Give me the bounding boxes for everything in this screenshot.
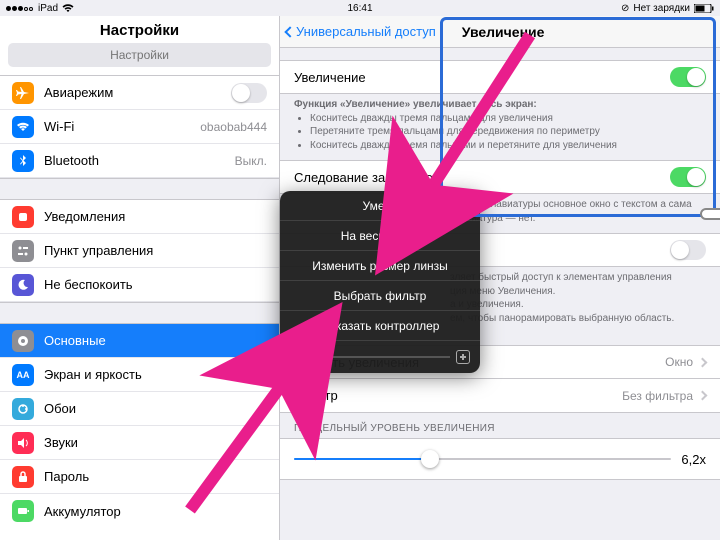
status-bar: iPad 16:41 ⊘ Нет зарядки	[0, 0, 720, 16]
filter-row[interactable]: Фильтр Без фильтра	[280, 379, 720, 413]
moon-icon	[12, 274, 34, 296]
max-zoom-slider[interactable]	[294, 458, 671, 460]
sidebar-item-label: Не беспокоить	[44, 277, 267, 292]
svg-text:AA: AA	[17, 370, 30, 380]
sidebar-item-bluetooth[interactable]: BluetoothВыкл.	[0, 144, 279, 178]
charge-label: Нет зарядки	[633, 3, 690, 14]
popup-item[interactable]: Выбрать фильтр	[280, 281, 480, 311]
page-title: Увеличение	[462, 24, 545, 40]
back-button[interactable]: Универсальный доступ	[280, 24, 442, 39]
sidebar-item-label: Уведомления	[44, 209, 267, 224]
sidebar-item-звуки[interactable]: Звуки	[0, 426, 279, 460]
nav-bar: Универсальный доступ Увеличение	[280, 16, 720, 48]
bell-icon	[12, 206, 34, 228]
not-charging-icon: ⊘	[621, 3, 629, 14]
sidebar-item-label: Bluetooth	[44, 153, 235, 168]
popup-item[interactable]: Умень	[280, 191, 480, 221]
settings-sidebar: Настройки АвиарежимWi-Fiobaobab444Blueto…	[0, 16, 280, 540]
sidebar-item-label: Экран и яркость	[44, 367, 267, 382]
sidebar-item-label: Пароль	[44, 469, 267, 484]
chevron-right-icon	[698, 391, 708, 401]
sidebar-item-label: Обои	[44, 401, 267, 416]
zoom-switch[interactable]	[670, 67, 706, 87]
popup-item[interactable]: На весь экран	[280, 221, 480, 251]
sidebar-item-label: Звуки	[44, 435, 267, 450]
battery-status-icon	[694, 4, 714, 13]
sidebar-item-уведомления[interactable]: Уведомления	[0, 200, 279, 234]
keyboard-switch[interactable]	[670, 240, 706, 260]
zoom-out-icon[interactable]	[290, 350, 304, 364]
battery-icon	[12, 500, 34, 522]
toggle-switch[interactable]	[231, 83, 267, 103]
bluetooth-icon	[12, 150, 34, 172]
follow-switch[interactable]	[670, 167, 706, 187]
popup-item[interactable]: Изменить размер линзы	[280, 251, 480, 281]
signal-dots-icon	[6, 3, 34, 14]
zoom-description: Функция «Увеличение» увеличивает весь эк…	[280, 94, 720, 160]
clock: 16:41	[347, 3, 372, 14]
zoom-popup-menu: УменьНа весь экранИзменить размер линзыВ…	[280, 191, 480, 373]
lock-icon	[12, 466, 34, 488]
wifi-status-icon	[62, 4, 74, 13]
detail-pane: Универсальный доступ Увеличение Увеличен…	[280, 16, 720, 540]
zoom-toggle-row[interactable]: Увеличение	[280, 60, 720, 94]
max-zoom-slider-row[interactable]: 6,2x	[280, 438, 720, 480]
follow-focus-row[interactable]: Следование за фокусом	[280, 160, 720, 194]
chevron-right-icon	[698, 357, 708, 367]
wallpaper-icon	[12, 398, 34, 420]
zoom-handle-icon[interactable]	[700, 208, 720, 220]
sidebar-item-wi-fi[interactable]: Wi-Fiobaobab444	[0, 110, 279, 144]
sidebar-item-не-беспокоить[interactable]: Не беспокоить	[0, 268, 279, 302]
popup-zoom-slider[interactable]	[280, 341, 480, 373]
max-zoom-header: ПРЕДЕЛЬНЫЙ УРОВЕНЬ УВЕЛИЧЕНИЯ	[280, 413, 720, 438]
sidebar-item-обои[interactable]: Обои	[0, 392, 279, 426]
brightness-icon: AA	[12, 364, 34, 386]
sidebar-item-label: Основные	[44, 333, 267, 348]
search-input[interactable]	[8, 43, 271, 67]
sidebar-item-label: Аккумулятор	[44, 504, 267, 519]
gear-icon	[12, 330, 34, 352]
device-label: iPad	[38, 3, 58, 14]
sidebar-item-аккумулятор[interactable]: Аккумулятор	[0, 494, 279, 528]
chevron-left-icon	[284, 26, 295, 37]
sidebar-item-основные[interactable]: Основные	[0, 324, 279, 358]
airplane-icon	[12, 82, 34, 104]
control-icon	[12, 240, 34, 262]
popup-item[interactable]: Показать контроллер	[280, 311, 480, 341]
sidebar-item-label: Авиарежим	[44, 85, 231, 100]
sidebar-item-label: Wi-Fi	[44, 119, 200, 134]
zoom-in-icon[interactable]	[456, 350, 470, 364]
sidebar-item-пункт-управления[interactable]: Пункт управления	[0, 234, 279, 268]
wifi-icon	[12, 116, 34, 138]
sidebar-item-label: Пункт управления	[44, 243, 267, 258]
sidebar-item-экран-и-яркость[interactable]: AA Экран и яркость	[0, 358, 279, 392]
sound-icon	[12, 432, 34, 454]
sidebar-item-пароль[interactable]: Пароль	[0, 460, 279, 494]
sidebar-title: Настройки	[0, 16, 279, 43]
sidebar-item-авиарежим[interactable]: Авиарежим	[0, 76, 279, 110]
